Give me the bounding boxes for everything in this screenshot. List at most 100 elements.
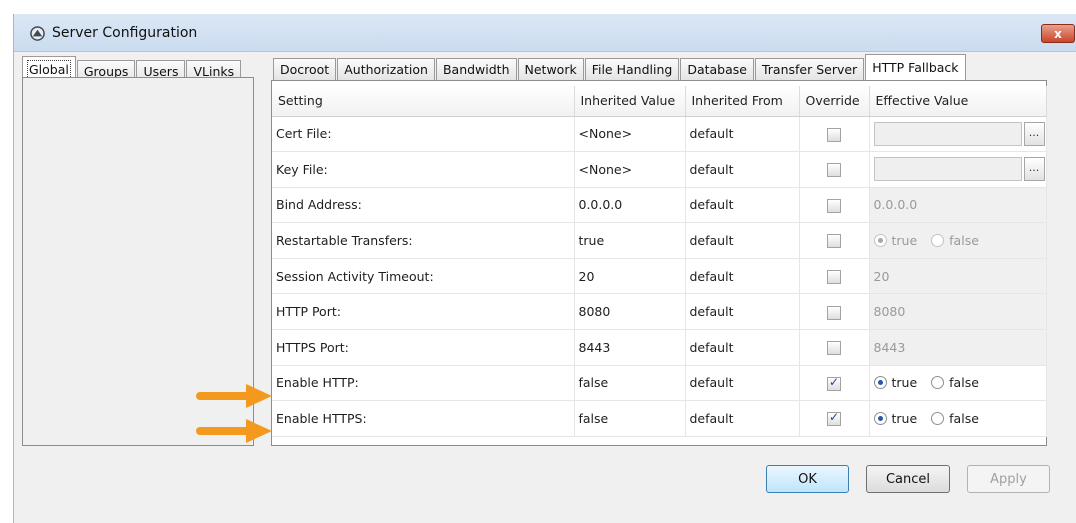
inherited-value-cell: true [574,222,686,259]
effective-value-cell[interactable]: 0.0.0.0 [869,187,1047,224]
effective-value-cell: true false [869,365,1047,402]
table-row: Key File: <None> default... [272,151,1047,188]
setting-name-cell: Enable HTTP: [272,365,575,402]
file-path-input[interactable] [873,157,1022,182]
file-path-input[interactable] [873,121,1022,146]
override-checkbox[interactable] [827,198,841,213]
ok-button[interactable]: OK [766,465,849,493]
tab-docroot[interactable]: Docroot [273,58,337,80]
radio-false-label: false [949,233,979,249]
effective-value-cell: ... [869,116,1047,153]
inherited-value-cell: <None> [574,116,686,153]
inherited-value-cell: false [574,365,686,402]
inherited-from-cell: default [685,151,800,188]
tab-file-handling[interactable]: File Handling [584,58,680,80]
inherited-from-cell: default [685,258,800,295]
override-checkbox[interactable] [827,127,841,142]
effective-value-text: 20 [873,268,890,284]
inherited-value-cell: <None> [574,151,686,188]
inherited-value-cell: 8443 [574,329,686,366]
override-cell [799,258,870,295]
inherited-from-cell: default [685,329,800,366]
true-false-radio-group: true false [873,411,1046,427]
right-tab-strip: Docroot Authorization Bandwidth Network … [273,53,967,81]
radio-false[interactable] [931,412,945,426]
setting-name-cell: Key File: [272,151,575,188]
override-checkbox[interactable] [827,269,841,284]
effective-value-text: 0.0.0.0 [873,197,918,213]
inherited-from-cell: default [685,365,800,402]
radio-false[interactable] [931,376,945,390]
effective-value-cell[interactable]: 20 [869,258,1047,295]
radio-true[interactable] [873,412,887,426]
cancel-button[interactable]: Cancel [866,465,950,493]
effective-value-cell: true false [869,222,1047,259]
tab-network[interactable]: Network [517,58,584,80]
column-header-setting[interactable]: Setting [272,86,575,117]
table-row: Bind Address: 0.0.0.0 default 0.0.0.0 [272,187,1047,224]
override-cell [799,222,870,259]
column-header-effective-value[interactable]: Effective Value [869,86,1047,117]
setting-name-cell: HTTPS Port: [272,329,575,366]
table-row: Enable HTTP:falsedefaulttruefalse [272,365,1047,402]
override-cell [799,293,870,331]
radio-false-label: false [949,375,979,391]
override-cell [799,400,870,437]
setting-name-cell: Bind Address: [272,187,575,224]
radio-false-label: false [949,411,979,427]
window-title: Server Configuration [52,25,198,41]
table-row: Cert File: <None> default... [272,116,1047,153]
inherited-from-cell: default [685,400,800,437]
override-checkbox[interactable] [827,375,841,391]
override-checkbox[interactable] [827,234,841,249]
radio-true[interactable] [873,234,887,248]
close-button[interactable]: x [1041,24,1075,43]
override-checkbox[interactable] [827,163,841,178]
tab-http-fallback[interactable]: HTTP Fallback [865,54,966,81]
override-checkbox[interactable] [827,341,841,356]
column-header-override[interactable]: Override [799,86,870,117]
override-cell [799,187,870,224]
column-header-inherited-value[interactable]: Inherited Value [574,86,686,117]
setting-name-cell: Cert File: [272,116,575,153]
settings-table: Setting Inherited Value Inherited From O… [272,86,1047,437]
effective-value-cell: ... [869,151,1047,188]
setting-name-cell: Session Activity Timeout: [272,258,575,295]
override-checkbox[interactable] [827,410,841,427]
server-config-icon [30,26,45,41]
inherited-value-cell: 20 [574,258,686,295]
tab-bandwidth[interactable]: Bandwidth [435,58,517,80]
inherited-from-cell: default [685,187,800,224]
table-row: HTTP Port: 8080 default 8080 [272,293,1047,331]
column-header-inherited-from[interactable]: Inherited From [685,86,800,117]
table-header-row: Setting Inherited Value Inherited From O… [272,86,1047,117]
setting-name-cell: HTTP Port: [272,293,575,331]
effective-value-text: 8080 [873,304,906,320]
effective-value-text: 8443 [873,339,906,355]
table-row: Session Activity Timeout: 20 default 20 [272,258,1047,295]
inherited-value-cell: false [574,400,686,437]
tab-transfer-server[interactable]: Transfer Server [754,58,865,80]
override-cell [799,365,870,402]
radio-true-label: true [891,375,918,391]
inherited-value-cell: 8080 [574,293,686,331]
inherited-from-cell: default [685,222,800,259]
apply-button[interactable]: Apply [967,465,1050,493]
browse-button[interactable]: ... [1023,121,1045,146]
inherited-from-cell: default [685,293,800,331]
override-cell [799,151,870,188]
effective-value-cell[interactable]: 8080 [869,293,1047,331]
effective-value-cell[interactable]: 8443 [869,329,1047,366]
setting-name-cell: Enable HTTPS: [272,400,575,437]
radio-false[interactable] [931,234,945,248]
tab-database[interactable]: Database [680,58,754,80]
file-path-field: ... [873,121,1046,146]
radio-true[interactable] [873,376,887,390]
override-checkbox[interactable] [827,305,841,320]
table-row: Enable HTTPS:falsedefaulttruefalse [272,400,1047,437]
override-cell [799,116,870,153]
true-false-radio-group: true false [873,375,1046,391]
table-row: Restartable Transfers: true default true fal… [272,222,1047,259]
browse-button[interactable]: ... [1023,157,1045,182]
tab-authorization[interactable]: Authorization [337,58,435,80]
